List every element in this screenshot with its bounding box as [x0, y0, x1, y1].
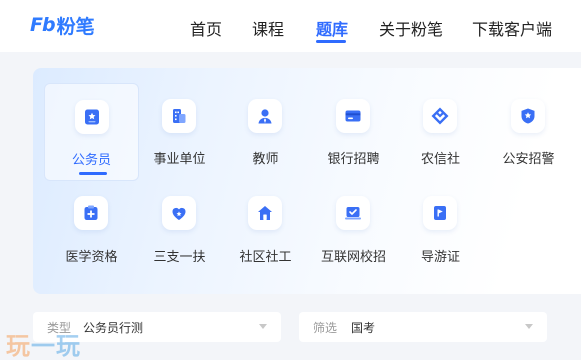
flag-icon — [423, 196, 457, 230]
chevron-down-icon — [525, 324, 533, 329]
nav-question-bank[interactable]: 题库 — [316, 16, 348, 40]
logo-mark: Fb — [30, 14, 56, 36]
category-rural-credit[interactable]: 农信社 — [393, 83, 488, 181]
active-nav-underline — [316, 40, 346, 43]
category-label: 银行招聘 — [327, 151, 380, 166]
nav-about[interactable]: 关于粉笔 — [379, 16, 443, 40]
category-label: 医学资格 — [65, 249, 118, 264]
nav-download-client[interactable]: 下载客户端 — [472, 16, 552, 40]
community-house-icon — [248, 196, 282, 230]
category-label: 事业单位 — [153, 151, 206, 166]
screen-select[interactable]: 筛选 国考 — [299, 312, 547, 342]
fenbi-logo[interactable]: Fb 粉笔 — [30, 12, 95, 38]
medical-kit-icon — [74, 196, 108, 230]
nav-courses[interactable]: 课程 — [252, 16, 284, 40]
heart-star-icon — [162, 196, 196, 230]
watermark-part-a: 玩 — [6, 333, 31, 360]
category-label: 农信社 — [420, 151, 460, 166]
category-label: 社区社工 — [239, 249, 292, 264]
watermark-part-b: 一玩 — [31, 333, 81, 360]
building-icon — [162, 99, 196, 133]
category-tour-guide[interactable]: 导游证 — [393, 196, 488, 294]
laptop-check-icon — [336, 196, 370, 230]
category-label: 互联网校招 — [320, 249, 386, 264]
category-label: 公务员 — [71, 152, 111, 167]
watermark-logo: 玩一玩 — [6, 326, 81, 360]
top-nav-bar: Fb 粉笔 首页 课程 题库 关于粉笔 下载客户端 — [0, 0, 581, 52]
bank-card-icon — [336, 99, 370, 133]
police-badge-icon — [511, 99, 545, 133]
category-bank-recruitment[interactable]: 银行招聘 — [306, 83, 401, 181]
screen-select-label: 筛选 — [313, 321, 338, 335]
category-public-institution[interactable]: 事业单位 — [132, 83, 227, 181]
chevron-down-icon — [259, 324, 267, 329]
category-label: 导游证 — [420, 249, 460, 264]
category-civil-servant[interactable]: 公务员 — [44, 83, 139, 181]
teacher-icon — [248, 99, 282, 133]
star-card-icon — [75, 100, 109, 134]
category-medical-qualification[interactable]: 医学资格 — [44, 196, 139, 294]
selected-indicator — [79, 172, 107, 175]
category-label: 三支一扶 — [153, 249, 206, 264]
category-teacher[interactable]: 教师 — [218, 83, 313, 181]
cooperative-logo-icon — [423, 99, 457, 133]
category-label: 公安招警 — [502, 151, 555, 166]
category-police-recruitment[interactable]: 公安招警 — [481, 83, 576, 181]
category-community-social-work[interactable]: 社区社工 — [218, 196, 313, 294]
nav-home[interactable]: 首页 — [190, 16, 222, 40]
category-internet-campus-recruitment[interactable]: 互联网校招 — [306, 196, 401, 294]
type-select-value: 公务员行测 — [83, 321, 144, 335]
category-three-supports[interactable]: 三支一扶 — [132, 196, 227, 294]
category-label: 教师 — [252, 151, 279, 166]
exam-category-panel: 公务员 事业单位 教师 银行招聘 农信社 公安招警 医学资格 三支一扶 社区社工… — [33, 68, 581, 294]
screen-select-value: 国考 — [351, 321, 376, 335]
logo-text: 粉笔 — [56, 16, 95, 38]
